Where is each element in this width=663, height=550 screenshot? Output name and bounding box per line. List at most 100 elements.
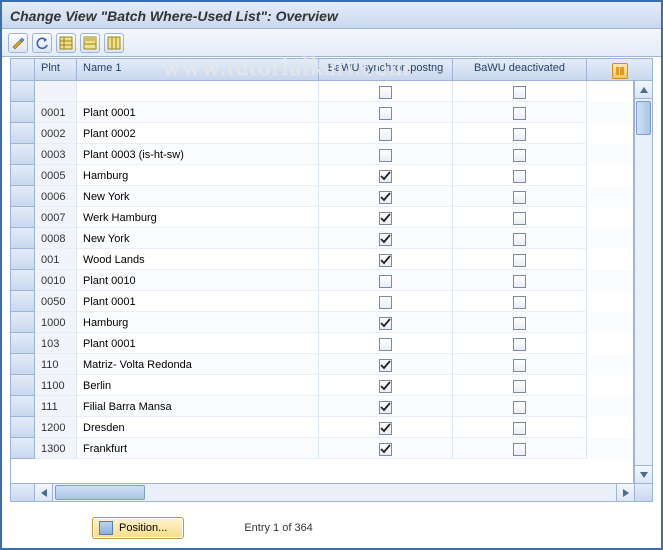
row-selector[interactable] [11,291,35,312]
name-input[interactable] [83,377,312,395]
undo-button[interactable] [8,33,28,53]
sync-checkbox[interactable] [379,212,392,225]
row-selector[interactable] [11,81,35,102]
row-selector[interactable] [11,333,35,354]
cell-deact [453,375,587,396]
hscroll-thumb[interactable] [55,485,145,500]
deact-checkbox[interactable] [513,275,526,288]
scroll-up-button[interactable] [635,81,652,99]
column-header-name[interactable]: Name 1 [77,59,319,80]
name-input[interactable] [83,314,312,332]
name-input[interactable] [83,167,312,185]
sync-checkbox[interactable] [379,338,392,351]
scroll-track[interactable] [635,99,652,465]
save-button[interactable] [80,33,100,53]
name-input[interactable] [83,125,312,143]
row-selector[interactable] [11,186,35,207]
deact-checkbox[interactable] [513,107,526,120]
deact-checkbox[interactable] [513,149,526,162]
row-selector[interactable] [11,417,35,438]
cell-deact [453,207,587,228]
name-input[interactable] [83,293,312,311]
row-selector[interactable] [11,375,35,396]
sync-checkbox[interactable] [379,443,392,456]
deact-checkbox[interactable] [513,86,526,99]
horizontal-scrollbar[interactable] [11,483,652,501]
row-selector[interactable] [11,354,35,375]
table-settings-button[interactable] [104,33,124,53]
row-selector[interactable] [11,228,35,249]
deact-checkbox[interactable] [513,338,526,351]
scroll-down-button[interactable] [635,465,652,483]
column-header-sync[interactable]: BaWU synchron.postng [319,59,453,80]
sync-checkbox[interactable] [379,359,392,372]
name-input[interactable] [83,335,312,353]
redo-button[interactable] [32,33,52,53]
name-input[interactable] [83,251,312,269]
sync-checkbox[interactable] [379,86,392,99]
sync-checkbox[interactable] [379,401,392,414]
sync-checkbox[interactable] [379,191,392,204]
scroll-left-button[interactable] [35,484,53,501]
column-header-selector[interactable] [11,59,35,80]
other-view-button[interactable] [56,33,76,53]
deact-checkbox[interactable] [513,317,526,330]
deact-checkbox[interactable] [513,422,526,435]
deact-checkbox[interactable] [513,380,526,393]
deact-checkbox[interactable] [513,191,526,204]
name-input[interactable] [83,272,312,290]
row-selector[interactable] [11,438,35,459]
sync-checkbox[interactable] [379,170,392,183]
deact-checkbox[interactable] [513,401,526,414]
column-header-config[interactable] [587,59,652,80]
deact-checkbox[interactable] [513,254,526,267]
name-input[interactable] [83,356,312,374]
sync-checkbox[interactable] [379,380,392,393]
sync-checkbox[interactable] [379,149,392,162]
name-input[interactable] [83,398,312,416]
scroll-right-button[interactable] [616,484,634,501]
sync-checkbox[interactable] [379,275,392,288]
row-selector[interactable] [11,207,35,228]
position-button[interactable]: Position... [92,517,184,539]
row-selector[interactable] [11,102,35,123]
cell-plnt: 0002 [35,123,77,144]
name-input[interactable] [83,419,312,437]
row-selector[interactable] [11,249,35,270]
cell-deact [453,438,587,459]
deact-checkbox[interactable] [513,296,526,309]
sync-checkbox[interactable] [379,317,392,330]
sync-checkbox[interactable] [379,107,392,120]
hscroll-track[interactable] [53,484,616,501]
column-header-plnt[interactable]: Plnt [35,59,77,80]
name-input[interactable] [83,209,312,227]
sync-checkbox[interactable] [379,233,392,246]
name-input[interactable] [83,83,312,101]
deact-checkbox[interactable] [513,128,526,141]
cell-deact [453,165,587,186]
deact-checkbox[interactable] [513,170,526,183]
deact-checkbox[interactable] [513,233,526,246]
deact-checkbox[interactable] [513,359,526,372]
scroll-thumb[interactable] [636,101,651,135]
name-input[interactable] [83,104,312,122]
row-selector[interactable] [11,165,35,186]
column-header-deact[interactable]: BaWU deactivated [453,59,587,80]
name-input[interactable] [83,230,312,248]
name-input[interactable] [83,146,312,164]
sync-checkbox[interactable] [379,296,392,309]
name-input[interactable] [83,440,312,458]
deact-checkbox[interactable] [513,443,526,456]
row-selector[interactable] [11,270,35,291]
vertical-scrollbar[interactable] [634,81,652,483]
sync-checkbox[interactable] [379,254,392,267]
row-selector[interactable] [11,396,35,417]
sync-checkbox[interactable] [379,422,392,435]
cell-sync [319,165,453,186]
name-input[interactable] [83,188,312,206]
row-selector[interactable] [11,312,35,333]
row-selector[interactable] [11,144,35,165]
row-selector[interactable] [11,123,35,144]
sync-checkbox[interactable] [379,128,392,141]
deact-checkbox[interactable] [513,212,526,225]
